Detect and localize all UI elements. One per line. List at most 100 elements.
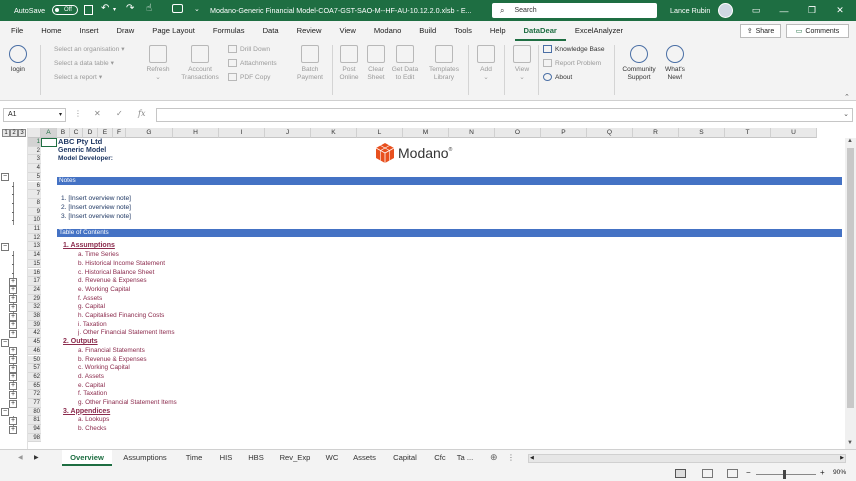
- login-button[interactable]: login: [6, 45, 30, 74]
- expand-group-button[interactable]: +: [9, 382, 17, 391]
- row-header-46[interactable]: 46: [28, 346, 41, 356]
- toc-item[interactable]: h. Capitalised Financing Costs: [78, 312, 164, 321]
- refresh-button[interactable]: Refresh ⌄: [144, 45, 172, 82]
- row-header-77[interactable]: 77: [28, 399, 41, 408]
- sheet-overview[interactable]: ABC Pty Ltd Generic Model Model Develope…: [41, 137, 843, 449]
- tab-help[interactable]: Help: [481, 21, 515, 41]
- search-box[interactable]: ⌕ Search: [492, 3, 657, 18]
- restore-icon[interactable]: ❐: [802, 0, 822, 21]
- row-header-98[interactable]: 98: [28, 433, 41, 443]
- scroll-right-icon[interactable]: ▶: [840, 455, 844, 461]
- row-header-29[interactable]: 29: [28, 294, 41, 304]
- zoom-out-icon[interactable]: −: [746, 468, 751, 477]
- sheet-tab-his[interactable]: HIS: [212, 450, 240, 466]
- toc-item[interactable]: i. Taxation: [78, 321, 107, 330]
- tab-file[interactable]: File: [2, 21, 32, 41]
- report-problem-button[interactable]: Report Problem: [543, 59, 601, 67]
- community-support-button[interactable]: Community Support: [618, 45, 660, 82]
- row-header-38[interactable]: 38: [28, 312, 41, 321]
- expand-group-button[interactable]: +: [9, 286, 17, 295]
- tab-draw[interactable]: Draw: [108, 21, 144, 41]
- tab-data[interactable]: Data: [254, 21, 288, 41]
- post-online-button[interactable]: Post Online: [336, 45, 362, 82]
- tab-view[interactable]: View: [331, 21, 365, 41]
- row-header-45[interactable]: 45: [28, 338, 41, 347]
- toc-item[interactable]: f. Taxation: [78, 390, 107, 399]
- sheet-tab-capital[interactable]: Capital: [385, 450, 425, 466]
- sheet-tab-time[interactable]: Time: [178, 450, 210, 466]
- knowledge-base-button[interactable]: Knowledge Base: [543, 45, 605, 53]
- tab-review[interactable]: Review: [288, 21, 331, 41]
- cancel-icon[interactable]: ✕: [94, 109, 101, 118]
- expand-group-button[interactable]: +: [9, 373, 17, 382]
- tab-home[interactable]: Home: [32, 21, 70, 41]
- collapse-group-button[interactable]: −: [1, 173, 9, 182]
- expand-group-button[interactable]: +: [9, 329, 17, 338]
- select-data-table-dropdown[interactable]: Select a data table ▾: [54, 59, 114, 68]
- expand-group-button[interactable]: +: [9, 364, 17, 373]
- next-sheet-icon[interactable]: ▶: [34, 454, 39, 461]
- column-header-o[interactable]: O: [495, 128, 541, 138]
- row-header-13[interactable]: 13: [28, 242, 41, 252]
- column-header-t[interactable]: T: [725, 128, 771, 138]
- get-data-to-edit-button[interactable]: Get Data to Edit: [388, 45, 422, 82]
- scroll-left-icon[interactable]: ◀: [530, 455, 534, 461]
- row-header-81[interactable]: 81: [28, 416, 41, 426]
- column-header-j[interactable]: J: [265, 128, 311, 138]
- autosave-toggle[interactable]: Off: [52, 5, 78, 15]
- row-header-80[interactable]: 80: [28, 407, 41, 417]
- row-header-14[interactable]: 14: [28, 251, 41, 260]
- camera-icon[interactable]: [172, 4, 183, 13]
- select-organisation-dropdown[interactable]: Select an organisation ▾: [54, 45, 125, 54]
- column-header-s[interactable]: S: [679, 128, 725, 138]
- tab-modano[interactable]: Modano: [365, 21, 410, 41]
- tab-formulas[interactable]: Formulas: [204, 21, 254, 41]
- about-button[interactable]: About: [543, 73, 572, 81]
- vertical-scrollbar[interactable]: ▲ ▼: [845, 138, 856, 449]
- toc-item[interactable]: d. Assets: [78, 373, 104, 382]
- row-header-62[interactable]: 62: [28, 372, 41, 382]
- row-header-57[interactable]: 57: [28, 364, 41, 373]
- row-header-15[interactable]: 15: [28, 259, 41, 269]
- batch-payment-button[interactable]: Batch Payment: [294, 45, 326, 82]
- select-all-corner[interactable]: [28, 128, 41, 138]
- view-button[interactable]: View ⌄: [510, 45, 534, 82]
- share-button[interactable]: ⇪ Share: [740, 24, 781, 38]
- horizontal-scrollbar[interactable]: ◀ ▶: [528, 454, 846, 463]
- collapse-group-button[interactable]: −: [1, 242, 9, 251]
- row-header-9[interactable]: 9: [28, 207, 41, 217]
- column-header-f[interactable]: F: [113, 128, 126, 138]
- expand-group-button[interactable]: +: [9, 416, 17, 425]
- expand-group-button[interactable]: +: [9, 425, 17, 434]
- minimize-icon[interactable]: —: [774, 0, 794, 21]
- prev-sheet-icon[interactable]: ◀: [18, 454, 23, 461]
- page-break-view-icon[interactable]: [727, 469, 738, 478]
- sheet-tab-rev-exp[interactable]: Rev_Exp: [272, 450, 318, 466]
- toc-item[interactable]: a. Lookups: [78, 416, 109, 425]
- add-button[interactable]: Add ⌄: [474, 45, 498, 82]
- enter-icon[interactable]: ✓: [116, 109, 123, 118]
- column-header-r[interactable]: R: [633, 128, 679, 138]
- toc-item[interactable]: e. Capital: [78, 382, 105, 391]
- zoom-slider-thumb[interactable]: [783, 470, 786, 479]
- column-header-m[interactable]: M: [403, 128, 449, 138]
- insert-function-icon[interactable]: fx: [138, 109, 145, 118]
- normal-view-icon[interactable]: [675, 469, 686, 478]
- row-header-1[interactable]: 1: [28, 138, 41, 147]
- row-header-65[interactable]: 65: [28, 381, 41, 391]
- expand-group-button[interactable]: +: [9, 312, 17, 321]
- save-icon[interactable]: [84, 5, 93, 15]
- row-header-11[interactable]: 11: [28, 225, 41, 234]
- tab-build[interactable]: Build: [410, 21, 445, 41]
- toc-item[interactable]: g. Other Financial Statement Items: [78, 399, 177, 408]
- row-header-12[interactable]: 12: [28, 233, 41, 243]
- tab-datadear[interactable]: DataDear: [514, 21, 566, 41]
- toc-item[interactable]: b. Checks: [78, 425, 106, 434]
- outline-level-2-button[interactable]: 2: [10, 129, 18, 137]
- comments-button[interactable]: ▭ Comments: [786, 24, 849, 38]
- expand-group-button[interactable]: +: [9, 347, 17, 356]
- more-options-icon[interactable]: ⋮: [74, 109, 82, 118]
- row-header-16[interactable]: 16: [28, 268, 41, 278]
- collapse-group-button[interactable]: −: [1, 338, 9, 347]
- toc-item[interactable]: c. Historical Balance Sheet: [78, 269, 154, 278]
